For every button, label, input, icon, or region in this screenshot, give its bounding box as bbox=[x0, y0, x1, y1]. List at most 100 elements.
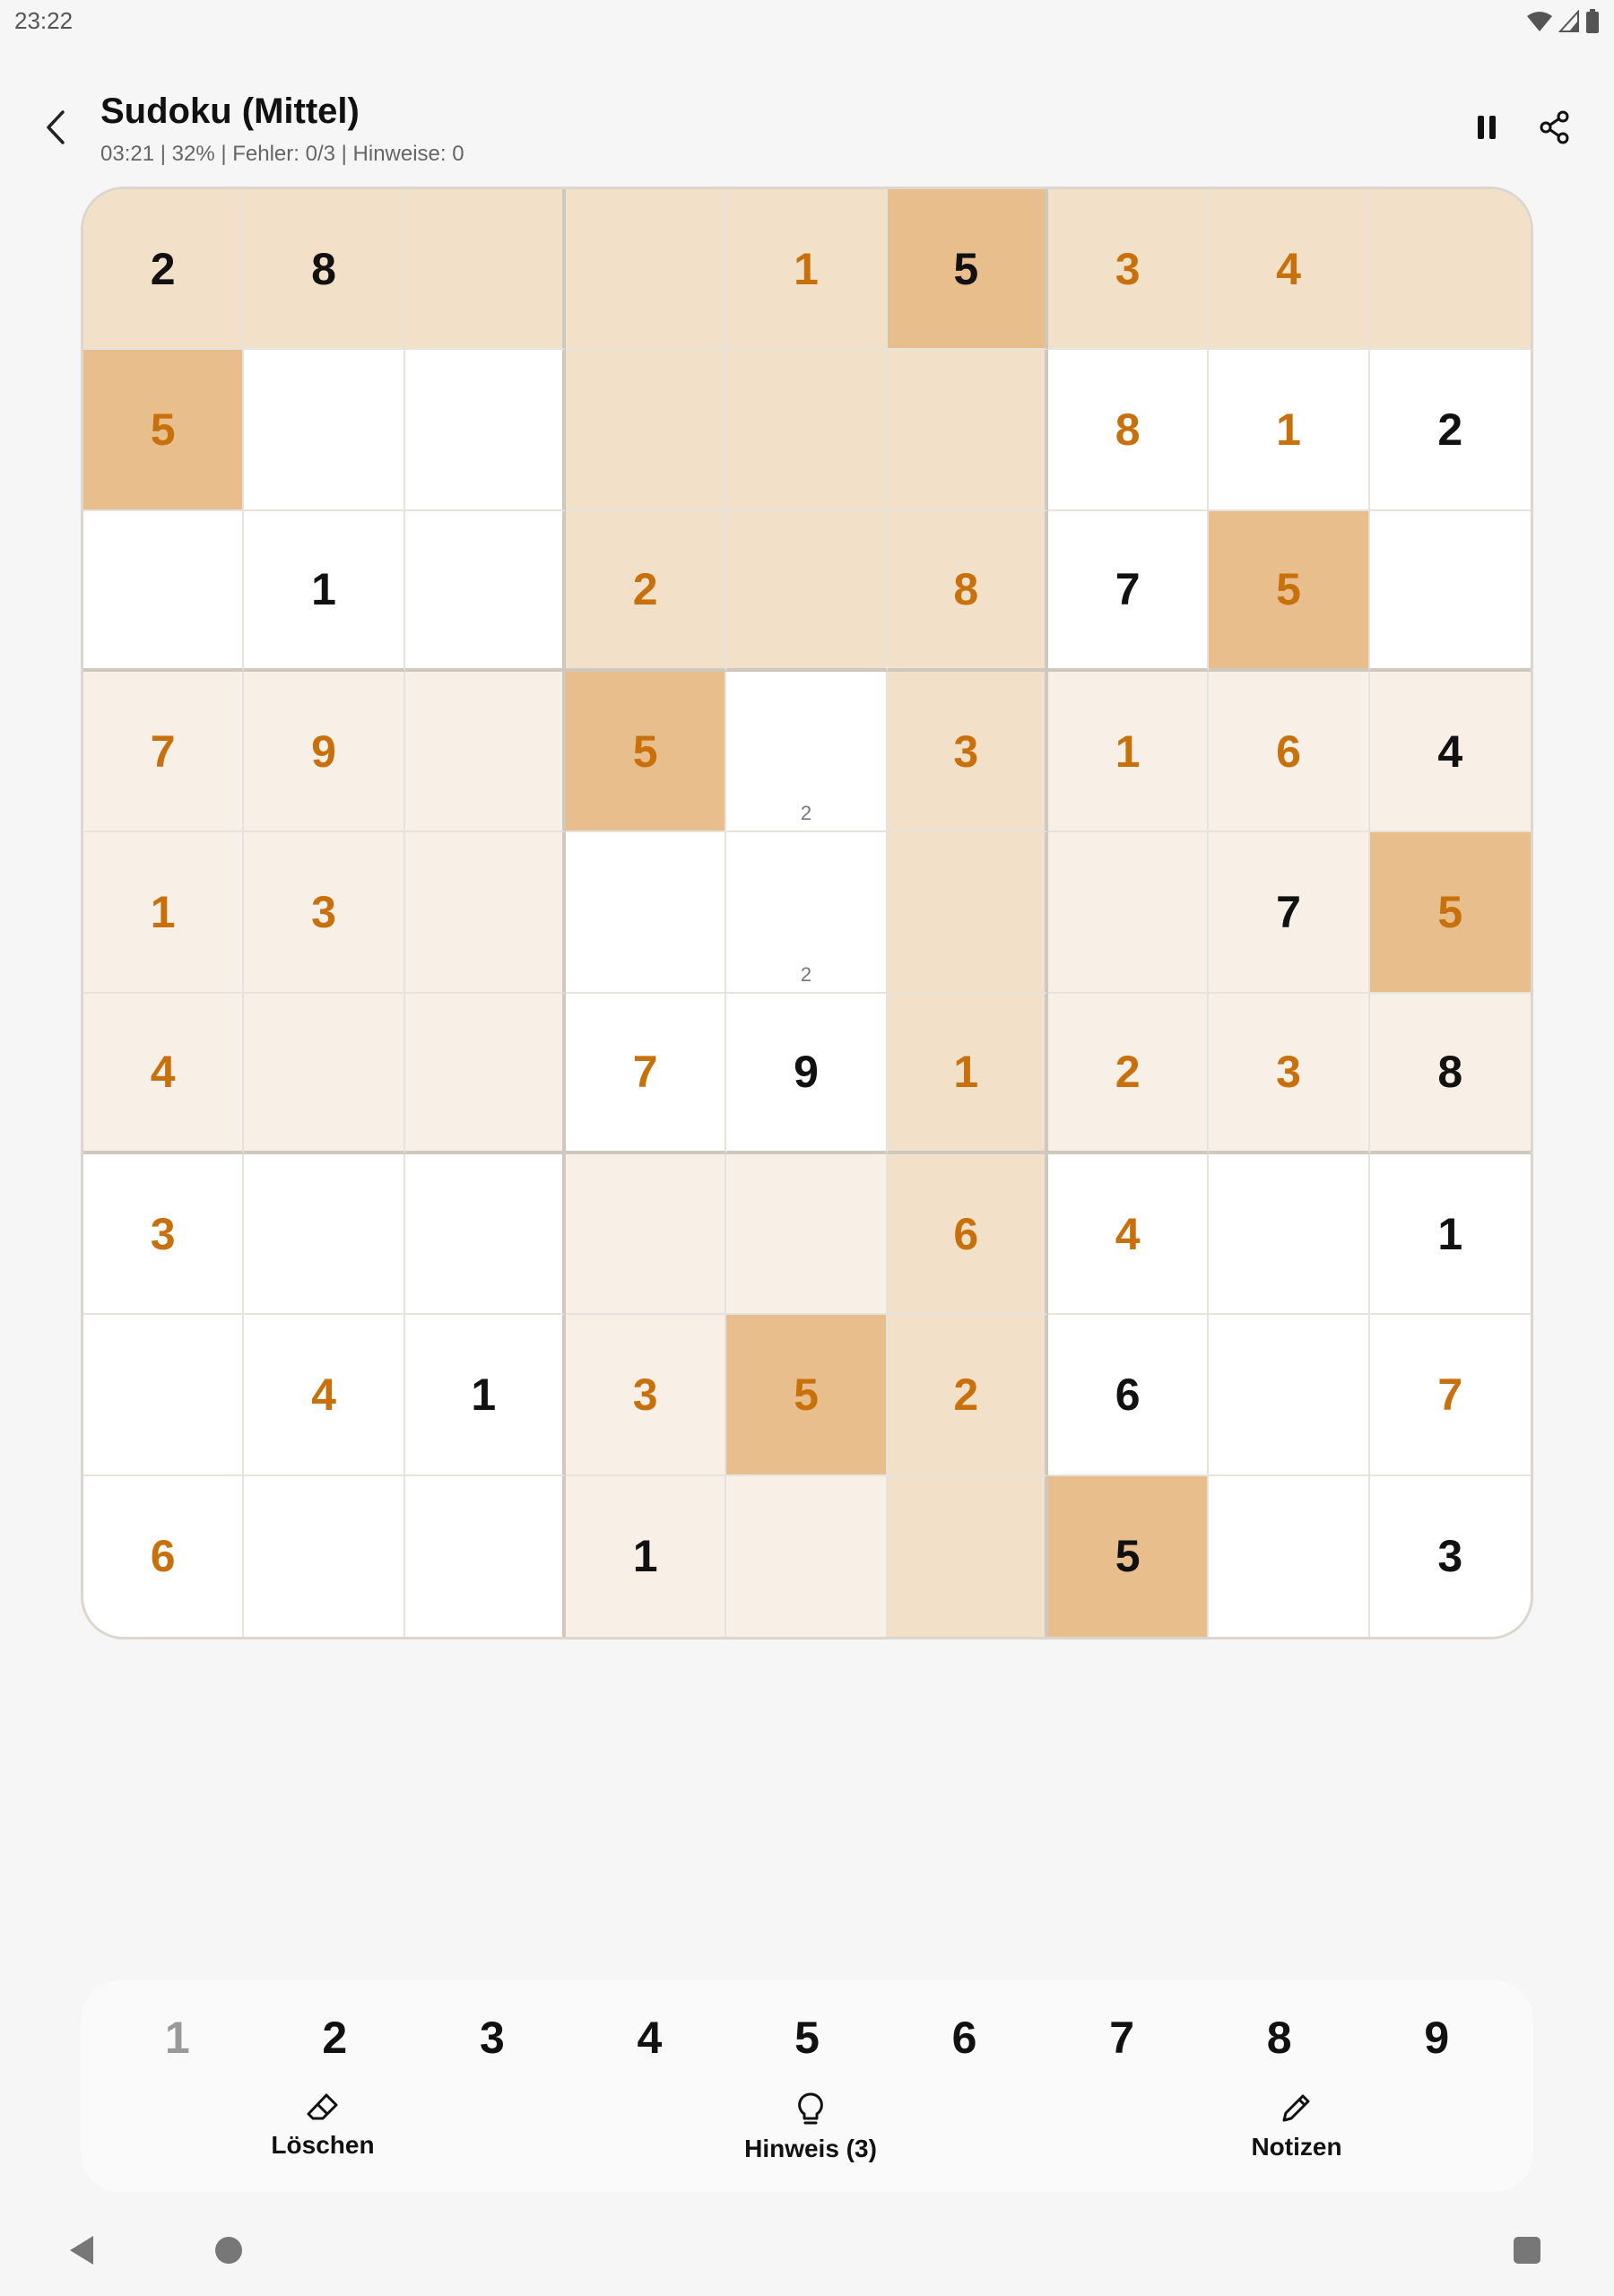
sudoku-cell[interactable]: 6 bbox=[1047, 1315, 1210, 1476]
sudoku-cell[interactable]: 5 bbox=[887, 189, 1048, 351]
sudoku-cell[interactable]: 1 bbox=[83, 832, 245, 994]
sudoku-cell[interactable] bbox=[244, 1153, 405, 1316]
nav-home-icon[interactable] bbox=[215, 2237, 242, 2264]
sudoku-cell[interactable]: 7 bbox=[565, 993, 727, 1154]
number-button-5[interactable]: 5 bbox=[728, 2002, 886, 2074]
sudoku-cell[interactable]: 3 bbox=[1209, 993, 1370, 1154]
sudoku-cell[interactable]: 3 bbox=[1369, 1475, 1531, 1637]
sudoku-cell[interactable] bbox=[404, 1475, 566, 1637]
sudoku-cell[interactable]: 2 bbox=[1047, 993, 1210, 1154]
sudoku-cell[interactable] bbox=[565, 832, 727, 994]
sudoku-cell[interactable] bbox=[1209, 1475, 1370, 1637]
sudoku-cell[interactable] bbox=[244, 350, 405, 511]
sudoku-cell[interactable]: 2 bbox=[565, 510, 727, 672]
sudoku-cell[interactable]: 1 bbox=[726, 189, 888, 351]
sudoku-cell[interactable]: 8 bbox=[1047, 350, 1210, 511]
sudoku-cell[interactable]: 5 bbox=[1369, 832, 1531, 994]
sudoku-cell[interactable] bbox=[404, 993, 566, 1154]
sudoku-cell[interactable]: 1 bbox=[404, 1315, 566, 1476]
nav-recents-icon[interactable] bbox=[1514, 2237, 1540, 2264]
sudoku-cell[interactable]: 4 bbox=[1369, 671, 1531, 833]
sudoku-cell[interactable] bbox=[887, 1475, 1048, 1637]
sudoku-cell[interactable]: 4 bbox=[244, 1315, 405, 1476]
sudoku-cell[interactable]: 1 bbox=[565, 1475, 727, 1637]
sudoku-cell[interactable]: 2 bbox=[887, 1315, 1048, 1476]
sudoku-cell[interactable]: 1 bbox=[1369, 1153, 1531, 1316]
nav-back-icon[interactable] bbox=[66, 2233, 97, 2267]
number-button-7[interactable]: 7 bbox=[1043, 2002, 1201, 2074]
sudoku-cell[interactable] bbox=[1369, 510, 1531, 672]
sudoku-cell[interactable]: 5 bbox=[565, 671, 727, 833]
sudoku-cell[interactable] bbox=[887, 350, 1048, 511]
sudoku-cell[interactable] bbox=[726, 1475, 888, 1637]
pause-button[interactable] bbox=[1463, 104, 1510, 151]
sudoku-cell[interactable]: 2 bbox=[83, 189, 245, 351]
sudoku-cell[interactable]: 4 bbox=[83, 993, 245, 1154]
sudoku-cell[interactable]: 7 bbox=[1369, 1315, 1531, 1476]
number-button-3[interactable]: 3 bbox=[413, 2002, 571, 2074]
sudoku-cell[interactable] bbox=[565, 350, 727, 511]
hint-button[interactable]: Hinweis (3) bbox=[703, 2092, 918, 2163]
sudoku-cell[interactable] bbox=[726, 1153, 888, 1316]
sudoku-cell[interactable]: 9 bbox=[726, 993, 888, 1154]
sudoku-cell[interactable]: 9 bbox=[244, 671, 405, 833]
sudoku-cell[interactable]: 3 bbox=[244, 832, 405, 994]
sudoku-cell[interactable] bbox=[1209, 1315, 1370, 1476]
sudoku-cell[interactable]: 3 bbox=[565, 1315, 727, 1476]
number-button-8[interactable]: 8 bbox=[1201, 2002, 1358, 2074]
sudoku-cell[interactable]: 3 bbox=[887, 671, 1048, 833]
sudoku-cell[interactable] bbox=[83, 1315, 245, 1476]
sudoku-cell[interactable]: 5 bbox=[726, 1315, 888, 1476]
sudoku-cell[interactable]: 8 bbox=[244, 189, 405, 351]
sudoku-cell[interactable]: 1 bbox=[1047, 671, 1210, 833]
sudoku-cell[interactable] bbox=[1369, 189, 1531, 351]
sudoku-cell[interactable]: 6 bbox=[887, 1153, 1048, 1316]
sudoku-cell[interactable] bbox=[726, 510, 888, 672]
sudoku-cell[interactable]: 8 bbox=[887, 510, 1048, 672]
number-button-4[interactable]: 4 bbox=[571, 2002, 729, 2074]
sudoku-cell[interactable]: 4 bbox=[1209, 189, 1370, 351]
number-button-9[interactable]: 9 bbox=[1358, 2002, 1515, 2074]
sudoku-cell[interactable]: 3 bbox=[83, 1153, 245, 1316]
sudoku-cell[interactable]: 5 bbox=[1209, 510, 1370, 672]
sudoku-cell[interactable]: 5 bbox=[1047, 1475, 1210, 1637]
sudoku-cell[interactable] bbox=[244, 1475, 405, 1637]
sudoku-cell[interactable] bbox=[244, 993, 405, 1154]
back-button[interactable] bbox=[32, 104, 79, 151]
sudoku-cell[interactable] bbox=[404, 350, 566, 511]
sudoku-cell[interactable] bbox=[565, 1153, 727, 1316]
sudoku-cell[interactable] bbox=[404, 671, 566, 833]
sudoku-cell[interactable] bbox=[404, 189, 566, 351]
sudoku-cell[interactable]: 7 bbox=[1209, 832, 1370, 994]
sudoku-cell[interactable] bbox=[887, 832, 1048, 994]
number-button-6[interactable]: 6 bbox=[886, 2002, 1044, 2074]
sudoku-cell[interactable]: 7 bbox=[83, 671, 245, 833]
sudoku-cell[interactable] bbox=[404, 510, 566, 672]
sudoku-cell[interactable]: 8 bbox=[1369, 993, 1531, 1154]
sudoku-cell[interactable] bbox=[726, 350, 888, 511]
sudoku-cell[interactable]: 6 bbox=[83, 1475, 245, 1637]
sudoku-cell[interactable] bbox=[404, 1153, 566, 1316]
sudoku-cell[interactable]: 5 bbox=[83, 350, 245, 511]
share-button[interactable] bbox=[1532, 104, 1578, 151]
sudoku-cell[interactable] bbox=[404, 832, 566, 994]
sudoku-cell[interactable]: 2 bbox=[726, 832, 888, 994]
sudoku-cell[interactable]: 7 bbox=[1047, 510, 1210, 672]
sudoku-cell[interactable] bbox=[565, 189, 727, 351]
erase-button[interactable]: Löschen bbox=[215, 2092, 430, 2160]
sudoku-cell[interactable]: 3 bbox=[1047, 189, 1210, 351]
sudoku-cell[interactable]: 1 bbox=[244, 510, 405, 672]
sudoku-cell[interactable] bbox=[83, 510, 245, 672]
number-button-2[interactable]: 2 bbox=[256, 2002, 414, 2074]
sudoku-cell[interactable] bbox=[1209, 1153, 1370, 1316]
sudoku-cell[interactable]: 2 bbox=[726, 671, 888, 833]
notes-button[interactable]: Notizen bbox=[1189, 2092, 1404, 2161]
sudoku-cell[interactable]: 2 bbox=[1369, 350, 1531, 511]
sudoku-cell[interactable]: 6 bbox=[1209, 671, 1370, 833]
cell-note: 2 bbox=[800, 802, 812, 825]
sudoku-cell[interactable] bbox=[1047, 832, 1210, 994]
sudoku-cell[interactable]: 1 bbox=[1209, 350, 1370, 511]
sudoku-cell[interactable]: 4 bbox=[1047, 1153, 1210, 1316]
sudoku-cell[interactable]: 1 bbox=[887, 993, 1048, 1154]
number-button-1[interactable]: 1 bbox=[99, 2002, 256, 2074]
